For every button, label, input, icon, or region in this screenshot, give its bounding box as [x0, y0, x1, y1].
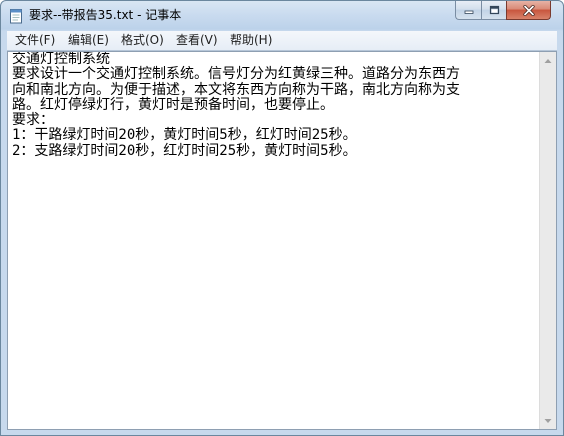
- scroll-up-arrow-icon: [544, 58, 552, 63]
- menu-bar: 文件(F) 编辑(E) 格式(O) 查看(V) 帮助(H): [7, 31, 557, 51]
- text-line: 交通灯控制系统: [12, 52, 110, 67]
- scroll-down-button[interactable]: [540, 412, 556, 429]
- close-icon: [522, 4, 535, 16]
- text-line: 路。红灯停绿灯行，黄灯时是预备时间，也要停止。: [12, 96, 334, 113]
- menu-edit[interactable]: 编辑(E): [66, 32, 111, 48]
- scroll-down-arrow-icon: [544, 418, 552, 423]
- menu-file[interactable]: 文件(F): [13, 32, 57, 48]
- title-bar[interactable]: 要求--带报告35.txt - 记事本: [1, 1, 563, 31]
- caption-buttons: [455, 1, 557, 20]
- text-line: 2：支路绿灯时间20秒，红灯时间25秒，黄灯时间5秒。: [12, 142, 357, 159]
- vertical-scrollbar[interactable]: [539, 52, 556, 429]
- text-line: 1：干路绿灯时间20秒，黄灯时间5秒，红灯时间25秒。: [12, 127, 357, 144]
- menu-help[interactable]: 帮助(H): [228, 32, 274, 48]
- text-line: 向和南北方向。为便于描述，本文将东西方向称为干路，南北方向称为支: [12, 81, 460, 98]
- scroll-up-button[interactable]: [540, 52, 556, 69]
- text-editor[interactable]: 交通灯控制系统 要求设计一个交通灯控制系统。信号灯分为红黄绿三种。道路分为东西方…: [7, 51, 557, 430]
- notepad-window: 要求--带报告35.txt - 记事本 文件(F) 编辑(E) 格式(O) 查看…: [0, 0, 564, 436]
- window-title: 要求--带报告35.txt - 记事本: [29, 8, 182, 22]
- maximize-icon: [489, 5, 499, 15]
- text-line: 要求设计一个交通灯控制系统。信号灯分为红黄绿三种。道路分为东西方: [12, 66, 460, 83]
- close-button[interactable]: [506, 1, 551, 20]
- minimize-button[interactable]: [455, 1, 481, 20]
- minimize-icon: [464, 10, 473, 14]
- document-text[interactable]: 交通灯控制系统 要求设计一个交通灯控制系统。信号灯分为红黄绿三种。道路分为东西方…: [12, 52, 538, 429]
- notepad-icon: [10, 9, 22, 24]
- maximize-button[interactable]: [481, 1, 506, 20]
- menu-view[interactable]: 查看(V): [174, 32, 220, 48]
- menu-format[interactable]: 格式(O): [119, 32, 166, 48]
